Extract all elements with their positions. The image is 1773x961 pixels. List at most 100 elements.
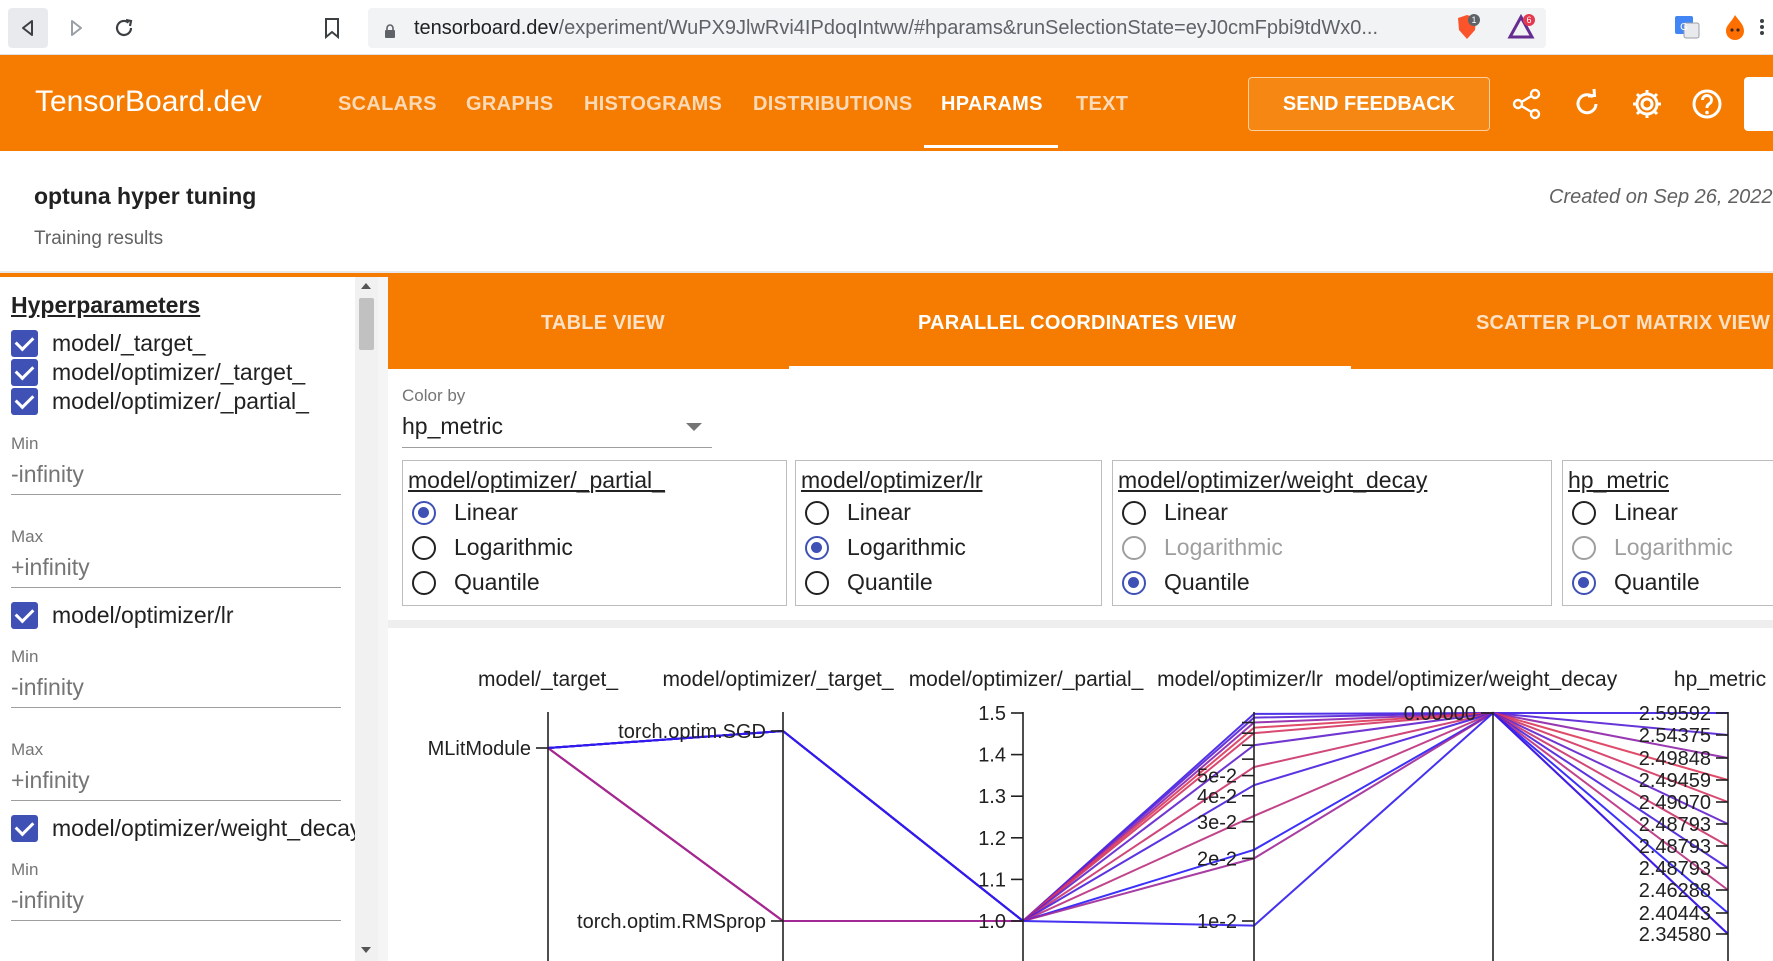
- header-sign-in-button[interactable]: [1744, 77, 1773, 131]
- tab-parallel-coordinates-view[interactable]: PARALLEL COORDINATES VIEW: [918, 312, 1236, 335]
- address-bar[interactable]: tensorboard.dev/experiment/WuPX9JlwRvi4I…: [368, 8, 1546, 48]
- radio-unchecked-icon[interactable]: [805, 570, 829, 595]
- tensorboard-logo[interactable]: TensorBoard.dev: [35, 85, 262, 119]
- color-by-select[interactable]: hp_metric: [402, 413, 503, 440]
- scale-options-weight-decay: model/optimizer/weight_decay Linear Loga…: [1112, 460, 1552, 606]
- radio-logarithmic[interactable]: Logarithmic: [412, 534, 573, 561]
- checkbox-checked-icon[interactable]: [11, 815, 38, 842]
- send-feedback-button[interactable]: SEND FEEDBACK: [1248, 77, 1490, 131]
- radio-logarithmic[interactable]: Logarithmic: [805, 534, 966, 561]
- scale-options-partial: model/optimizer/_partial_ Linear Logarit…: [402, 460, 787, 606]
- radio-quantile[interactable]: Quantile: [412, 569, 540, 596]
- brave-badge: 1: [1471, 15, 1476, 25]
- hparam-checkbox-optimizer-target[interactable]: model/optimizer/_target_: [11, 359, 305, 386]
- max-input-partial[interactable]: +infinity: [11, 554, 90, 581]
- back-button[interactable]: [8, 8, 48, 48]
- radio-quantile[interactable]: Quantile: [1122, 569, 1250, 596]
- hparam-checkbox-target[interactable]: model/_target_: [11, 330, 205, 357]
- tick-label-hp-metric: 2.46288: [1639, 880, 1711, 902]
- radio-quantile[interactable]: Quantile: [1572, 569, 1700, 596]
- min-input-weight-decay[interactable]: -infinity: [11, 887, 84, 914]
- tab-table-view[interactable]: TABLE VIEW: [541, 312, 665, 335]
- radio-checked-icon[interactable]: [412, 500, 436, 525]
- radio-unchecked-icon[interactable]: [1122, 500, 1146, 525]
- settings-gear-icon[interactable]: [1630, 87, 1664, 121]
- url-host: tensorboard.dev: [414, 16, 559, 39]
- fire-extension-icon[interactable]: [1720, 12, 1750, 42]
- bookmark-button[interactable]: [312, 8, 352, 48]
- tick-label-hp-metric: 2.59592: [1639, 703, 1711, 725]
- hyperparameters-heading: Hyperparameters: [11, 292, 201, 318]
- radio-checked-icon[interactable]: [1572, 570, 1596, 595]
- experiment-created-date: Created on Sep 26, 2022: [1549, 186, 1773, 208]
- radio-checked-icon[interactable]: [1122, 570, 1146, 595]
- tick-label-hp-metric: 2.49070: [1639, 792, 1711, 814]
- brave-rewards-icon[interactable]: 6: [1506, 12, 1536, 42]
- input-underline: [11, 707, 341, 708]
- parallel-coordinates-svg[interactable]: model/_target_ model/optimizer/_target_ mo…: [388, 628, 1773, 961]
- tab-scalars[interactable]: SCALARS: [338, 93, 437, 116]
- tick-label-hp-metric: 2.34580: [1639, 924, 1711, 946]
- reload-icon: [115, 18, 133, 37]
- radio-disabled-icon: [1572, 535, 1596, 560]
- scroll-up-arrow-icon[interactable]: [361, 283, 371, 289]
- tick-label-weight-decay: 0.00000: [1404, 703, 1476, 725]
- min-input-lr[interactable]: -infinity: [11, 674, 84, 701]
- bookmark-icon: [325, 18, 339, 39]
- radio-linear[interactable]: Linear: [1572, 499, 1678, 526]
- help-icon[interactable]: [1690, 87, 1724, 121]
- tick-label-hp-metric: 2.48793: [1639, 836, 1711, 858]
- radio-checked-icon[interactable]: [805, 535, 829, 560]
- max-input-lr[interactable]: +infinity: [11, 767, 90, 794]
- radio-unchecked-icon[interactable]: [805, 500, 829, 525]
- hparam-checkbox-optimizer-weight-decay[interactable]: model/optimizer/weight_decay: [11, 815, 355, 842]
- tab-text[interactable]: TEXT: [1076, 93, 1128, 116]
- forward-button[interactable]: [56, 8, 96, 48]
- share-icon[interactable]: [1510, 87, 1544, 121]
- tab-hparams[interactable]: HPARAMS: [941, 93, 1043, 116]
- run-lines[interactable]: [547, 711, 1729, 935]
- hparam-checkbox-optimizer-partial[interactable]: model/optimizer/_partial_: [11, 388, 309, 415]
- radio-label: Logarithmic: [454, 534, 573, 560]
- scrollbar-thumb[interactable]: [359, 298, 374, 350]
- radio-unchecked-icon[interactable]: [1572, 500, 1596, 525]
- checkbox-checked-icon[interactable]: [11, 388, 38, 415]
- tick-label-hp-metric: 2.54375: [1639, 725, 1711, 747]
- brave-shield-icon[interactable]: 1: [1452, 12, 1482, 42]
- tab-histograms[interactable]: HISTOGRAMS: [584, 93, 722, 116]
- plot-divider: [388, 620, 1773, 628]
- checkbox-checked-icon[interactable]: [11, 330, 38, 357]
- refresh-icon[interactable]: [1570, 87, 1604, 121]
- hparam-label: model/_target_: [52, 330, 206, 356]
- tab-scatter-plot-matrix-view[interactable]: SCATTER PLOT MATRIX VIEW: [1476, 312, 1770, 335]
- dropdown-arrow-icon[interactable]: [686, 423, 702, 431]
- checkbox-checked-icon[interactable]: [11, 602, 38, 629]
- hparam-checkbox-optimizer-lr[interactable]: model/optimizer/lr: [11, 602, 234, 629]
- scroll-down-arrow-icon[interactable]: [361, 947, 371, 953]
- input-underline: [11, 920, 341, 921]
- radio-quantile[interactable]: Quantile: [805, 569, 933, 596]
- hparam-label: model/optimizer/_target_: [52, 359, 306, 385]
- axis-title: model/optimizer/_partial_: [909, 668, 1144, 691]
- tick-label-partial: 1.2: [978, 828, 1006, 850]
- browser-menu-icon[interactable]: [1758, 12, 1770, 42]
- radio-linear[interactable]: Linear: [805, 499, 911, 526]
- radio-linear[interactable]: Linear: [1122, 499, 1228, 526]
- radio-unchecked-icon[interactable]: [412, 535, 436, 560]
- tab-graphs[interactable]: GRAPHS: [466, 93, 553, 116]
- sidebar-scrollbar[interactable]: [355, 277, 378, 961]
- radio-linear[interactable]: Linear: [412, 499, 518, 526]
- tick-label-hp-metric: 2.49848: [1639, 748, 1711, 770]
- hparams-sidebar: Hyperparameters model/_target_ model/opt…: [0, 277, 355, 961]
- translate-icon[interactable]: G: [1672, 12, 1702, 42]
- checkbox-checked-icon[interactable]: [11, 359, 38, 386]
- min-input-partial[interactable]: -infinity: [11, 461, 84, 488]
- tick-label-partial: 1.3: [978, 786, 1006, 808]
- tab-distributions[interactable]: DISTRIBUTIONS: [753, 93, 912, 116]
- radio-label: Linear: [1614, 499, 1678, 525]
- tick-label-lr: 4e-2: [1197, 786, 1237, 808]
- reload-button[interactable]: [104, 8, 144, 48]
- hparams-view-tabs: TABLE VIEW PARALLEL COORDINATES VIEW SCA…: [388, 277, 1773, 369]
- radio-unchecked-icon[interactable]: [412, 570, 436, 595]
- parallel-coordinates-plot[interactable]: model/_target_ model/optimizer/_target_ mo…: [388, 628, 1773, 961]
